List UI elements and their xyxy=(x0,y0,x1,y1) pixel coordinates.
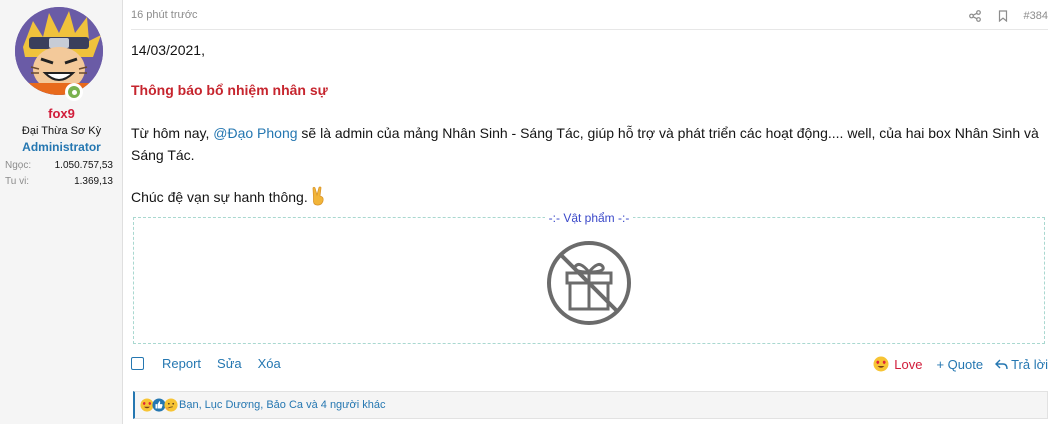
post-actions-left: Report Sửa Xóa xyxy=(131,356,297,371)
no-gift-icon xyxy=(546,240,632,326)
report-link[interactable]: Report xyxy=(162,356,201,371)
items-legend-label: -:- Vật phẩm -:- xyxy=(544,211,634,225)
online-status-icon xyxy=(65,83,83,101)
love-label: Love xyxy=(894,356,923,372)
share-icon[interactable] xyxy=(968,9,982,23)
reply-label: Trả lời xyxy=(1011,356,1048,372)
love-reaction-button[interactable]: Love xyxy=(873,356,922,372)
header-divider xyxy=(131,29,1048,30)
quote-button[interactable]: + Quote xyxy=(936,357,983,372)
reactions-summary[interactable]: Bạn, Lục Dương, Bảo Ca và 4 người khác xyxy=(179,399,386,411)
heart-eyes-icon xyxy=(873,356,889,372)
post-number[interactable]: #384 xyxy=(1024,10,1048,22)
edit-link[interactable]: Sửa xyxy=(217,356,242,371)
user-mention-link[interactable]: @Đạo Phong xyxy=(213,125,297,141)
stat-label: Ngọc: xyxy=(5,160,32,171)
post-actions: Report Sửa Xóa Love + Quote Trả lời xyxy=(131,356,1048,376)
body-prefix: Từ hôm nay, xyxy=(131,125,214,141)
user-title: Đại Thừa Sơ Kỳ xyxy=(21,125,102,137)
post-header-actions: #384 xyxy=(954,9,1048,23)
username[interactable]: fox9 xyxy=(0,106,123,121)
post-body-line1: Từ hôm nay, @Đạo Phong sẽ là admin của m… xyxy=(131,122,1039,144)
user-sidebar: fox9 Đại Thừa Sơ Kỳ Administrator Ngọc: … xyxy=(0,0,123,424)
post-actions-right: Love + Quote Trả lời xyxy=(873,356,1048,372)
user-stat-tuvi: Tu vi: 1.369,13 xyxy=(5,176,113,187)
post-time[interactable]: 16 phút trước xyxy=(131,9,198,21)
post-body-line2: Sáng Tác. xyxy=(131,147,195,163)
stat-value: 1.369,13 xyxy=(74,176,113,187)
body-rest: sẽ là admin của mảng Nhân Sinh - Sáng Tá… xyxy=(297,125,1039,141)
avatar-wrapper xyxy=(15,7,103,101)
post-header: 16 phút trước #384 xyxy=(131,9,1048,25)
stat-value: 1.050.757,53 xyxy=(54,160,113,171)
reply-icon xyxy=(995,359,1008,369)
closing-text: Chúc đệ vạn sự hanh thông. xyxy=(131,189,308,205)
user-stat-ngoc: Ngọc: 1.050.757,53 xyxy=(5,160,113,171)
thinking-reaction-icon xyxy=(164,398,178,412)
items-legend: -:- Vật phẩm -:- xyxy=(134,209,1044,227)
avatar[interactable] xyxy=(15,7,103,95)
delete-link[interactable]: Xóa xyxy=(258,356,281,371)
stat-label: Tu vi: xyxy=(5,176,30,187)
reply-button[interactable]: Trả lời xyxy=(995,357,1048,372)
post-date: 14/03/2021, xyxy=(131,42,205,58)
user-role: Administrator xyxy=(22,140,101,154)
post-notice-heading: Thông báo bổ nhiệm nhân sự xyxy=(131,82,328,98)
reactions-bar[interactable]: Bạn, Lục Dương, Bảo Ca và 4 người khác xyxy=(133,391,1048,419)
bookmark-icon[interactable] xyxy=(996,9,1010,23)
items-box: -:- Vật phẩm -:- xyxy=(133,211,1045,344)
select-post-checkbox[interactable] xyxy=(131,357,144,370)
reaction-icons xyxy=(140,398,178,412)
